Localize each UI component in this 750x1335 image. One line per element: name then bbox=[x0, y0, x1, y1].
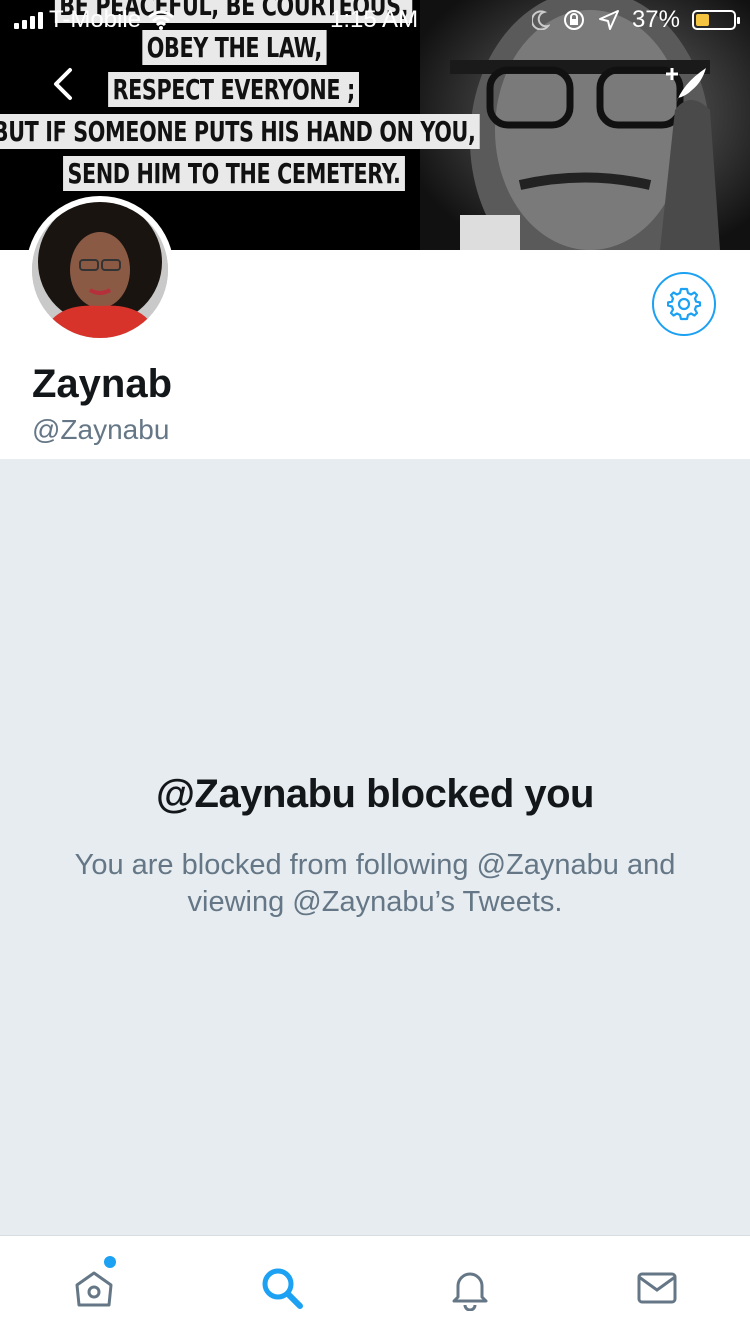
battery-icon bbox=[692, 10, 740, 30]
profile-settings-button[interactable] bbox=[652, 272, 716, 336]
signal-icon bbox=[14, 11, 43, 29]
new-content-dot bbox=[104, 1256, 116, 1268]
compose-tweet-button[interactable] bbox=[662, 62, 710, 110]
avatar[interactable] bbox=[26, 196, 174, 344]
rotation-lock-icon bbox=[563, 10, 584, 30]
chevron-left-icon bbox=[54, 68, 72, 100]
tab-bar bbox=[0, 1235, 750, 1335]
status-right: 37% bbox=[531, 6, 740, 34]
mail-icon bbox=[637, 1272, 677, 1304]
quote-line: RESPECT EVERYONE ; bbox=[108, 72, 360, 107]
location-icon bbox=[598, 10, 619, 30]
blocked-notice: @Zaynabu blocked you You are blocked fro… bbox=[0, 459, 750, 1235]
feather-plus-icon bbox=[666, 68, 706, 104]
tab-search[interactable] bbox=[252, 1258, 312, 1318]
clock: 1:15 AM bbox=[330, 6, 419, 33]
search-icon bbox=[262, 1268, 303, 1309]
bell-icon bbox=[452, 1272, 488, 1311]
blocked-message: You are blocked from following @Zaynabu … bbox=[74, 849, 676, 918]
profile-name: Zaynab bbox=[32, 362, 173, 406]
home-icon bbox=[75, 1271, 113, 1307]
quote-line: SEND HIM TO THE CEMETERY. bbox=[63, 156, 405, 191]
status-bar: T-Mobile 1:15 AM 37% bbox=[0, 0, 750, 40]
gear-icon bbox=[667, 287, 701, 321]
back-button[interactable] bbox=[44, 64, 84, 104]
tab-notifications[interactable] bbox=[440, 1258, 500, 1318]
quote-line: BUT IF SOMEONE PUTS HIS HAND ON YOU, bbox=[0, 114, 480, 149]
wifi-icon bbox=[148, 10, 174, 30]
tab-messages[interactable] bbox=[627, 1258, 687, 1318]
battery-percent: 37% bbox=[631, 6, 680, 33]
tab-home[interactable] bbox=[64, 1256, 124, 1318]
carrier-label: T-Mobile bbox=[49, 6, 142, 33]
profile-handle: @Zaynabu bbox=[32, 414, 170, 445]
carrier: T-Mobile bbox=[14, 6, 175, 34]
blocked-title: @Zaynabu blocked you bbox=[156, 772, 594, 816]
moon-icon bbox=[531, 10, 550, 30]
